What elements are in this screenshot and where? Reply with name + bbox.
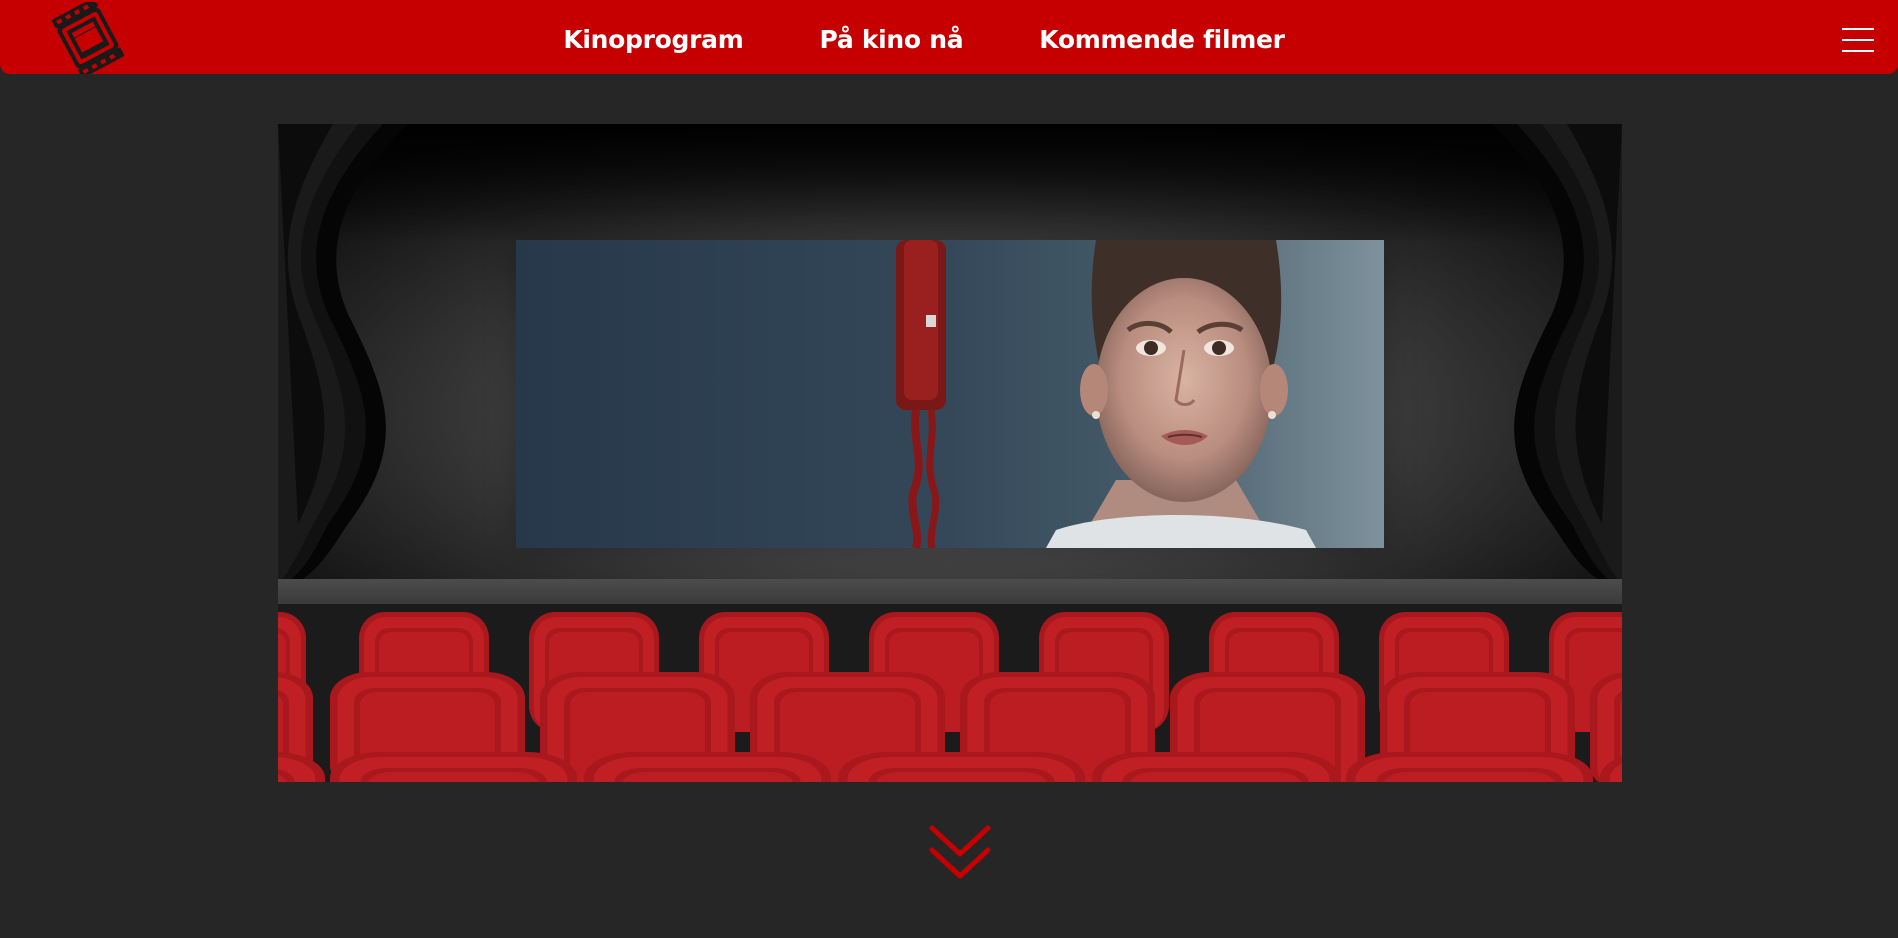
cinema-stage — [278, 124, 1622, 605]
hamburger-menu-icon[interactable] — [1842, 28, 1874, 52]
nav-link-kinoprogram[interactable]: Kinoprogram — [563, 25, 743, 54]
nav-link-pa-kino-na[interactable]: På kino nå — [820, 25, 964, 54]
left-curtain — [278, 124, 408, 594]
cinema-seats — [278, 604, 1622, 782]
cinema-hero — [278, 124, 1622, 782]
stage-ceiling-shadow — [278, 124, 1622, 244]
hamburger-line — [1842, 50, 1874, 52]
nav-link-kommende-filmer[interactable]: Kommende filmer — [1039, 25, 1285, 54]
scroll-down-button[interactable] — [928, 824, 992, 882]
cinema-seats-illustration — [278, 612, 1622, 782]
movie-screen-image — [516, 240, 1384, 548]
hamburger-line — [1842, 28, 1874, 30]
stage-floor — [278, 579, 1622, 605]
double-chevron-down-icon — [929, 825, 991, 879]
movie-still-woman-red-wall-phone — [516, 240, 1384, 548]
right-curtain — [1492, 124, 1622, 594]
top-navigation-bar: Kinoprogram På kino nå Kommende filmer — [0, 0, 1898, 78]
main-navigation: Kinoprogram På kino nå Kommende filmer — [0, 0, 1898, 74]
hamburger-line — [1842, 39, 1874, 41]
